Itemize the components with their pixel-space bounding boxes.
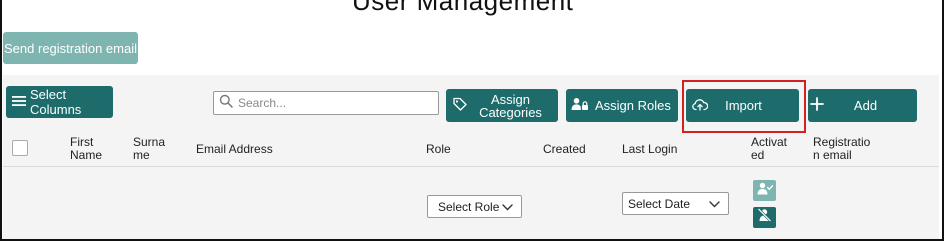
chevron-down-icon — [709, 197, 720, 211]
column-header-activated[interactable]: Activat ed — [751, 136, 787, 162]
send-registration-email-button[interactable]: Send registration email — [3, 32, 138, 64]
deactivated-filter-button[interactable] — [753, 207, 776, 228]
plus-icon — [810, 97, 824, 114]
select-columns-label: Select Columns — [30, 87, 82, 117]
role-filter-select[interactable]: Select Role — [427, 195, 522, 218]
assign-categories-label: Assign Categories — [479, 91, 542, 120]
column-header-created[interactable]: Created — [543, 143, 586, 156]
activated-filter-button[interactable] — [753, 180, 776, 201]
select-columns-button[interactable]: Select Columns — [6, 86, 113, 118]
user-lock-icon — [571, 97, 589, 114]
search-icon — [219, 94, 233, 113]
column-header-role[interactable]: Role — [426, 143, 451, 156]
menu-icon — [12, 95, 26, 110]
search-box[interactable] — [213, 91, 439, 115]
assign-roles-button[interactable]: Assign Roles — [566, 89, 678, 122]
role-filter-label: Select Role — [438, 199, 500, 214]
user-check-icon — [757, 182, 773, 200]
add-button[interactable]: Add — [808, 89, 917, 122]
tag-icon — [453, 97, 467, 114]
assign-roles-label: Assign Roles — [595, 98, 671, 113]
select-all-checkbox[interactable] — [12, 140, 28, 156]
assign-categories-button[interactable]: Assign Categories — [446, 89, 558, 122]
add-label: Add — [853, 98, 878, 113]
header-divider — [3, 166, 939, 167]
import-highlight-box — [682, 80, 806, 133]
column-header-email[interactable]: Email Address — [196, 143, 273, 156]
page-title: User Management — [352, 0, 574, 16]
search-input[interactable] — [238, 96, 428, 110]
column-header-surname[interactable]: Surna me — [133, 136, 165, 162]
column-header-last-login[interactable]: Last Login — [622, 143, 677, 156]
date-filter-select[interactable]: Select Date — [622, 192, 729, 215]
user-slash-icon — [757, 208, 772, 227]
chevron-down-icon — [502, 200, 513, 214]
date-filter-label: Select Date — [628, 196, 691, 211]
column-header-registration-email[interactable]: Registratio n email — [813, 136, 870, 162]
column-header-first-name[interactable]: First Name — [70, 136, 102, 162]
